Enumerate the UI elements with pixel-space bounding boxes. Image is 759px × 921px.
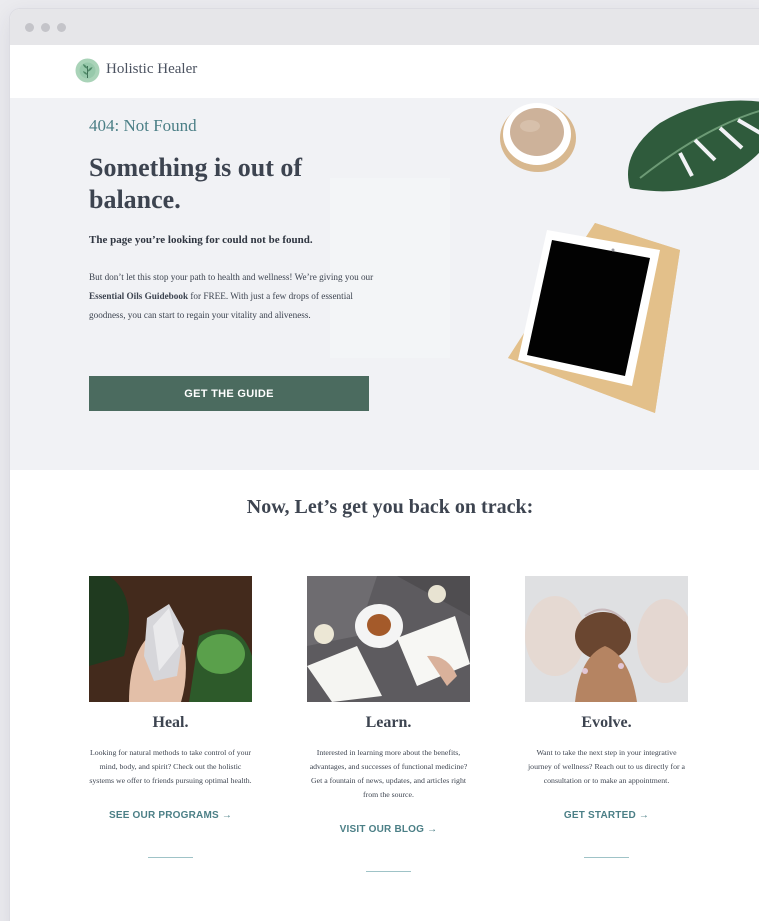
window-titlebar — [10, 9, 759, 45]
body-intro: But don’t let this stop your path to hea… — [89, 272, 374, 282]
card-text-heal: Looking for natural methods to take cont… — [89, 748, 252, 785]
hero-body-text: But don’t let this stop your path to hea… — [89, 268, 379, 325]
leaf-sprig-icon[interactable] — [75, 58, 100, 83]
error-message: The page you’re looking for could not be… — [89, 234, 313, 246]
card-title-learn: Learn. — [365, 714, 412, 731]
woman-flowers-photo — [525, 576, 688, 702]
section-title: Now, Let’s get you back on track: — [246, 496, 534, 518]
see-programs-link[interactable]: SEE OUR PROGRAMS → — [109, 810, 232, 821]
visit-blog-link[interactable]: VISIT OUR BLOG → — [340, 824, 438, 835]
monstera-leaf-icon — [628, 100, 759, 192]
card-text-learn: Interested in learning more about the be… — [309, 748, 468, 799]
page-title: Something is out of balance. — [89, 153, 303, 214]
hero-section: 404: Not Found Something is out of balan… — [10, 98, 759, 470]
desk-photo — [500, 100, 759, 413]
get-started-link[interactable]: GET STARTED → — [564, 810, 649, 821]
card-title-heal: Heal. — [152, 714, 189, 731]
window-maximize-dot[interactable] — [57, 23, 66, 32]
next-steps-section: Now, Let’s get you back on track: Heal. … — [10, 470, 759, 921]
card-learn: Learn. Interested in learning more about… — [307, 576, 470, 872]
card-text-evolve: Want to take the next step in your integ… — [528, 748, 685, 785]
card-heal: Heal. Looking for natural methods to tak… — [89, 576, 252, 858]
card-divider — [148, 857, 193, 858]
card-evolve: Evolve. Want to take the next step in yo… — [525, 576, 688, 858]
tea-and-books-photo — [307, 576, 470, 702]
get-guide-button[interactable]: GET THE GUIDE — [89, 376, 369, 411]
coffee-cup-icon — [500, 103, 576, 172]
browser-window: Holistic Healer 404: Not Found Something… — [10, 9, 759, 921]
card-title-evolve: Evolve. — [581, 714, 632, 731]
card-divider — [366, 871, 411, 872]
error-code: 404: Not Found — [89, 116, 197, 135]
site-header: Holistic Healer — [10, 45, 759, 98]
guidebook-name: Essential Oils Guidebook — [89, 291, 189, 301]
brand-name[interactable]: Holistic Healer — [106, 61, 197, 78]
card-divider — [584, 857, 629, 858]
window-minimize-dot[interactable] — [41, 23, 50, 32]
window-close-dot[interactable] — [25, 23, 34, 32]
crystal-photo — [89, 576, 252, 702]
